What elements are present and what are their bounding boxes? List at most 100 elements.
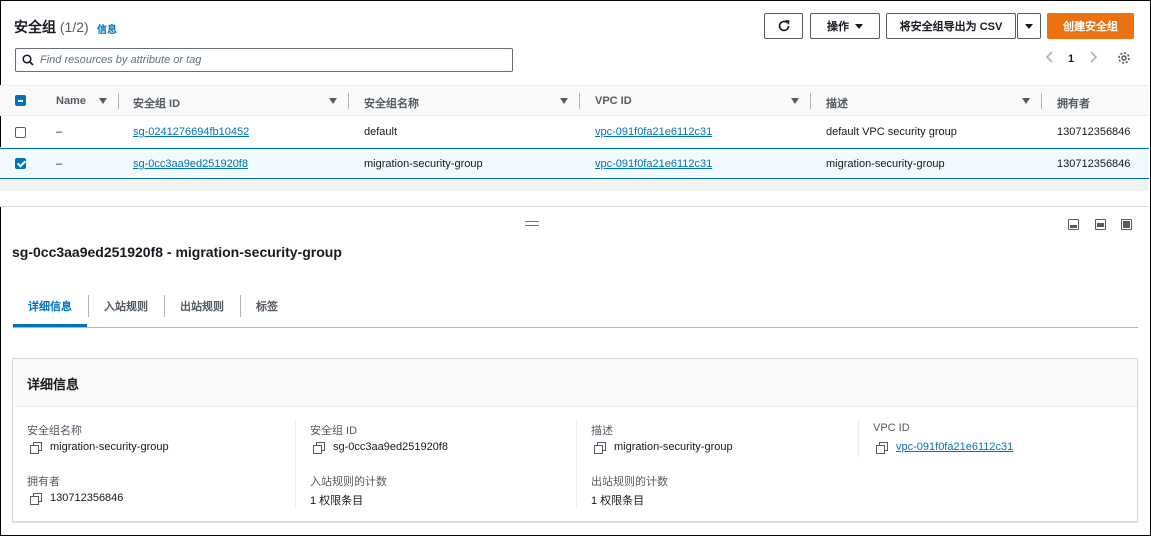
cell-sg-id-link[interactable]: sg-0241276694fb10452 <box>133 126 249 138</box>
export-csv-button[interactable]: 将安全组导出为 CSV <box>886 13 1016 39</box>
field-value-sg-id: sg-0cc3aa9ed251920f8 <box>333 441 448 453</box>
copy-icon[interactable] <box>876 441 888 454</box>
sort-icon[interactable] <box>791 98 799 104</box>
field-label-description: 描述 <box>591 425 613 437</box>
search-icon <box>22 54 34 66</box>
column-divider[interactable] <box>810 93 811 109</box>
detail-tabs: 详细信息 入站规则 出站规则 标签 <box>13 290 1138 328</box>
sort-icon[interactable] <box>1022 98 1030 104</box>
cell-description: default VPC security group <box>826 126 957 138</box>
column-header-description[interactable]: 描述 <box>826 95 848 111</box>
field-label-sg-id: 安全组 ID <box>310 425 358 437</box>
refresh-button[interactable] <box>764 13 803 39</box>
column-divider[interactable] <box>348 93 349 109</box>
detail-title: sg-0cc3aa9ed251920f8 - migration-securit… <box>12 244 342 260</box>
chevron-right-icon[interactable] <box>1088 50 1098 67</box>
export-label: 将安全组导出为 CSV <box>899 21 1003 33</box>
field-label-outbound-count: 出站规则的计数 <box>591 476 668 488</box>
chevron-left-icon[interactable] <box>1045 50 1055 67</box>
info-link[interactable]: 信息 <box>97 21 117 36</box>
search-input[interactable] <box>40 54 500 66</box>
row-checkbox[interactable] <box>15 158 26 169</box>
copy-icon[interactable] <box>313 441 325 454</box>
copy-icon[interactable] <box>594 441 606 454</box>
cell-description: migration-security-group <box>826 158 945 170</box>
panel-bottom-icon[interactable] <box>1068 219 1079 230</box>
field-label-inbound-count: 入站规则的计数 <box>310 476 387 488</box>
tab-inbound-rules[interactable]: 入站规则 <box>104 298 148 314</box>
tab-divider <box>240 295 241 317</box>
tab-divider <box>88 295 89 317</box>
split-panel-divider[interactable] <box>0 191 1149 207</box>
column-header-sg-id[interactable]: 安全组 ID <box>133 95 180 111</box>
page-title: 安全组 (1/2) <box>14 17 89 37</box>
tab-details[interactable]: 详细信息 <box>28 298 72 314</box>
selection-count: (1/2) <box>59 19 89 35</box>
field-owner: 130712356846 <box>30 492 124 505</box>
table-footer-area <box>0 179 1149 191</box>
cell-vpc-id-link[interactable]: vpc-091f0fa21e6112c31 <box>595 158 712 170</box>
tab-tags[interactable]: 标签 <box>256 298 278 314</box>
field-value-description: migration-security-group <box>614 441 733 453</box>
details-card-header: 详细信息 <box>13 359 1137 407</box>
column-divider[interactable] <box>1041 93 1042 109</box>
details-card-title: 详细信息 <box>27 377 80 392</box>
field-sg-name: migration-security-group <box>30 441 169 454</box>
column-header-sg-name[interactable]: 安全组名称 <box>364 95 419 111</box>
field-label-vpc-id: VPC ID <box>873 422 910 434</box>
field-description: migration-security-group <box>594 441 733 454</box>
field-sg-id: sg-0cc3aa9ed251920f8 <box>313 441 448 454</box>
column-divider[interactable] <box>118 93 119 109</box>
caret-down-icon <box>1025 23 1033 29</box>
sort-icon[interactable] <box>99 98 107 104</box>
create-security-group-button[interactable]: 创建安全组 <box>1047 13 1134 39</box>
column-divider <box>858 419 859 457</box>
table-row-selected[interactable]: – sg-0cc3aa9ed251920f8 migration-securit… <box>0 148 1149 179</box>
drag-handle-icon[interactable] <box>525 221 539 226</box>
table-header: Name 安全组 ID 安全组名称 VPC ID 描述 拥有者 <box>0 85 1149 116</box>
cell-sg-id-link[interactable]: sg-0cc3aa9ed251920f8 <box>133 158 248 170</box>
field-label-sg-name: 安全组名称 <box>27 425 82 437</box>
row-checkbox[interactable] <box>15 127 26 138</box>
cell-owner: 130712356846 <box>1057 126 1131 138</box>
actions-dropdown-button[interactable]: 操作 <box>810 13 880 39</box>
field-value-inbound-count: 1 权限条目 <box>310 495 364 507</box>
copy-icon[interactable] <box>30 441 42 454</box>
tab-divider <box>164 295 165 317</box>
actions-label: 操作 <box>827 21 849 33</box>
copy-icon[interactable] <box>30 492 42 505</box>
tab-outbound-rules[interactable]: 出站规则 <box>180 298 224 314</box>
create-label: 创建安全组 <box>1063 21 1118 33</box>
search-box[interactable] <box>15 48 513 72</box>
sort-icon[interactable] <box>329 98 337 104</box>
cell-name: – <box>56 158 63 170</box>
refresh-icon <box>778 20 789 32</box>
gear-icon[interactable] <box>1117 51 1131 68</box>
field-value-sg-name: migration-security-group <box>50 441 169 453</box>
field-label-owner: 拥有者 <box>27 476 60 488</box>
field-value-owner: 130712356846 <box>50 492 124 504</box>
cell-sg-name: migration-security-group <box>364 158 483 170</box>
select-all-checkbox[interactable] <box>15 95 26 106</box>
field-value-vpc-id-link[interactable]: vpc-091f0fa21e6112c31 <box>896 441 1013 453</box>
caret-down-icon <box>855 23 863 29</box>
cell-vpc-id-link[interactable]: vpc-091f0fa21e6112c31 <box>595 126 712 138</box>
column-divider[interactable] <box>579 93 580 109</box>
column-header-vpc-id[interactable]: VPC ID <box>595 95 632 107</box>
field-value-outbound-count: 1 权限条目 <box>591 495 645 507</box>
column-divider <box>295 419 296 507</box>
export-dropdown-button[interactable] <box>1017 13 1041 39</box>
panel-full-icon[interactable] <box>1121 219 1132 230</box>
panel-side-icon[interactable] <box>1095 219 1106 230</box>
cell-owner: 130712356846 <box>1057 158 1131 170</box>
page-number[interactable]: 1 <box>1068 53 1074 65</box>
column-header-owner[interactable]: 拥有者 <box>1057 95 1090 111</box>
cell-name: – <box>56 126 63 138</box>
table-row[interactable]: – sg-0241276694fb10452 default vpc-091f0… <box>0 117 1149 148</box>
active-tab-indicator <box>13 324 87 327</box>
page-title-text: 安全组 <box>14 19 56 35</box>
sort-icon[interactable] <box>560 98 568 104</box>
column-header-name[interactable]: Name <box>56 95 86 107</box>
details-card: 详细信息 安全组名称 migration-security-group 安全组 … <box>12 358 1138 522</box>
cell-sg-name: default <box>364 126 398 138</box>
